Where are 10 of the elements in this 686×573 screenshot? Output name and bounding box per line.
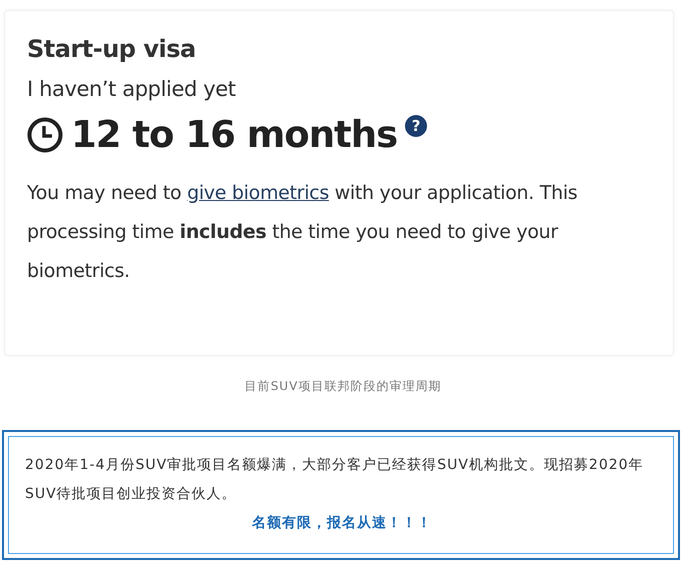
clock-icon [27, 116, 63, 152]
biometrics-note: You may need to give biometrics with your application. This processing time includes the time you need to give your biometrics. [27, 181, 578, 284]
help-button[interactable]: ? [405, 115, 428, 137]
biometrics-link[interactable]: give biometrics [187, 182, 329, 204]
notice-highlight: 名额有限，报名从速！！！ [250, 514, 433, 533]
image-caption: 目前SUV项目联邦阶段的审理周期 [244, 378, 442, 395]
processing-duration: 12 to 16 months [71, 113, 398, 156]
visa-title: Start-up visa [27, 35, 197, 63]
notice-text: 2020年1-4月份SUV审批项目名额爆满，大部分客户已经获得SUV机构批文。现招募2020年SUV待批项目创业投资合伙人。 [25, 456, 645, 504]
application-status: I haven’t applied yet [27, 77, 237, 101]
